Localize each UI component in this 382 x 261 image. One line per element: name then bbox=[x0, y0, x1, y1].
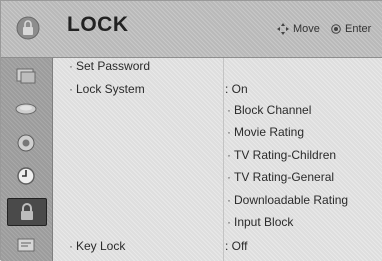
menu-sidebar bbox=[1, 58, 53, 261]
sidebar-item-lock[interactable] bbox=[7, 198, 47, 226]
page-title: LOCK bbox=[67, 13, 129, 36]
lock-system-value: : On bbox=[225, 82, 248, 96]
bullet-icon: · bbox=[227, 215, 231, 229]
setup-icon bbox=[17, 134, 35, 152]
bullet-icon: · bbox=[69, 82, 73, 96]
menu-header: LOCK Move Enter bbox=[1, 1, 382, 58]
menu-item-set-password[interactable]: · Set Password bbox=[66, 59, 150, 73]
bullet-icon: · bbox=[227, 103, 231, 117]
movie-rating-label: Movie Rating bbox=[234, 125, 305, 139]
menu-item-movie-rating[interactable]: · Movie Rating bbox=[224, 125, 304, 139]
lock-menu-screen: LOCK Move Enter · Set Password · Lock Sy… bbox=[0, 0, 382, 261]
lock-icon bbox=[21, 203, 33, 220]
menu-item-tv-rating-general[interactable]: · TV Rating-General bbox=[224, 170, 334, 184]
navigation-arrows-icon bbox=[277, 23, 289, 35]
sidebar-item-option[interactable] bbox=[7, 232, 45, 258]
time-icon bbox=[17, 167, 35, 185]
bullet-icon: · bbox=[69, 239, 73, 253]
move-hint: Move bbox=[277, 23, 320, 35]
set-password-label: Set Password bbox=[76, 59, 151, 73]
menu-item-input-block[interactable]: · Input Block bbox=[224, 215, 293, 229]
ok-button-icon bbox=[331, 24, 341, 34]
menu-item-key-lock[interactable]: · Key Lock bbox=[66, 239, 125, 253]
option-icon bbox=[17, 238, 35, 252]
menu-item-block-channel[interactable]: · Block Channel bbox=[224, 103, 311, 117]
move-hint-label: Move bbox=[293, 23, 320, 35]
lock-menu-icon bbox=[16, 16, 40, 40]
downloadable-rating-label: Downloadable Rating bbox=[234, 193, 349, 207]
bullet-icon: · bbox=[227, 170, 231, 184]
tv-rating-general-label: TV Rating-General bbox=[234, 170, 335, 184]
input-block-label: Input Block bbox=[234, 215, 294, 229]
sidebar-item-time[interactable] bbox=[7, 163, 45, 189]
menu-item-tv-rating-children[interactable]: · TV Rating-Children bbox=[224, 148, 336, 162]
bullet-icon: · bbox=[227, 125, 231, 139]
enter-hint-label: Enter bbox=[345, 23, 372, 35]
sidebar-item-setup[interactable] bbox=[7, 130, 45, 156]
sidebar-item-picture[interactable] bbox=[7, 63, 45, 89]
sidebar-item-audio[interactable] bbox=[7, 96, 45, 122]
key-lock-value: : Off bbox=[225, 239, 248, 253]
tv-rating-children-label: TV Rating-Children bbox=[234, 148, 337, 162]
bullet-icon: · bbox=[227, 193, 231, 207]
bullet-icon: · bbox=[227, 148, 231, 162]
key-lock-label: Key Lock bbox=[76, 239, 126, 253]
audio-icon bbox=[15, 103, 37, 115]
enter-hint: Enter bbox=[331, 23, 371, 35]
lock-system-label: Lock System bbox=[76, 82, 145, 96]
menu-item-downloadable-rating[interactable]: · Downloadable Rating bbox=[224, 193, 348, 207]
lock-menu-content: · Set Password · Lock System : On · Block C… bbox=[53, 58, 382, 261]
picture-icon bbox=[16, 68, 36, 84]
bullet-icon: · bbox=[69, 59, 73, 73]
block-channel-label: Block Channel bbox=[234, 103, 312, 117]
menu-item-lock-system[interactable]: · Lock System bbox=[66, 82, 145, 96]
